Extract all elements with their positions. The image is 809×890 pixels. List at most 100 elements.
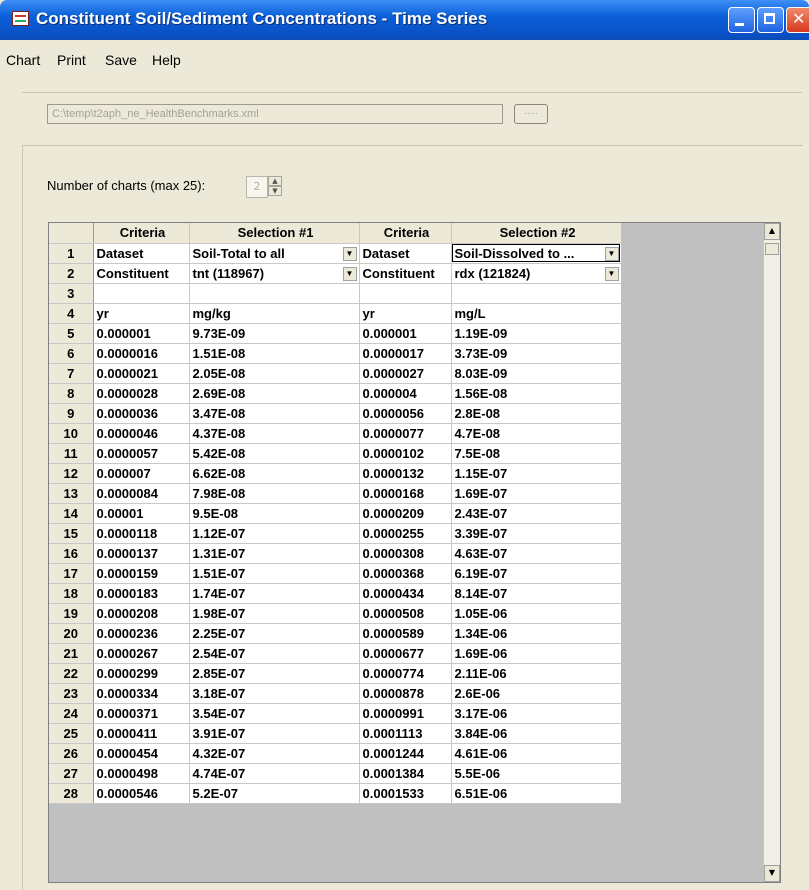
menu-print[interactable]: Print — [57, 52, 86, 68]
selection-cell[interactable]: 1.51E-07 — [189, 563, 360, 584]
criteria-cell[interactable]: 0.0000236 — [93, 623, 190, 644]
criteria-cell[interactable]: 0.0000546 — [93, 783, 190, 804]
selection-cell[interactable]: 4.74E-07 — [189, 763, 360, 784]
criteria-cell[interactable]: 0.0000077 — [359, 423, 452, 444]
criteria-cell[interactable]: 0.0001113 — [359, 723, 452, 744]
criteria-cell[interactable]: 0.0000454 — [93, 743, 190, 764]
menu-help[interactable]: Help — [152, 52, 181, 68]
criteria-cell[interactable]: 0.0001244 — [359, 743, 452, 764]
criteria-cell[interactable]: 0.0001384 — [359, 763, 452, 784]
selection-cell[interactable]: 8.14E-07 — [451, 583, 622, 604]
selection-cell[interactable]: 9.5E-08 — [189, 503, 360, 524]
criteria-cell[interactable]: 0.00001 — [93, 503, 190, 524]
selection-cell[interactable]: 1.12E-07 — [189, 523, 360, 544]
menu-chart[interactable]: Chart — [6, 52, 40, 68]
selection-cell[interactable]: 7.5E-08 — [451, 443, 622, 464]
criteria-cell[interactable]: 0.0000016 — [93, 343, 190, 364]
criteria-cell[interactable]: yr — [359, 303, 452, 324]
scroll-down-icon[interactable]: ▼ — [764, 865, 780, 882]
criteria-cell[interactable]: 0.0000774 — [359, 663, 452, 684]
selection-cell[interactable]: 2.54E-07 — [189, 643, 360, 664]
spin-down-icon[interactable]: ▼ — [268, 186, 282, 196]
dropdown-arrow-icon[interactable]: ▼ — [604, 246, 619, 261]
criteria-cell[interactable]: Dataset — [93, 243, 190, 264]
selection-cell[interactable]: 4.63E-07 — [451, 543, 622, 564]
selection-cell[interactable]: 3.84E-06 — [451, 723, 622, 744]
selection-cell[interactable] — [451, 283, 622, 304]
selection-dropdown[interactable]: Soil-Dissolved to ... ▼ — [451, 243, 622, 264]
criteria-cell[interactable]: 0.0000183 — [93, 583, 190, 604]
criteria-cell[interactable]: 0.0001533 — [359, 783, 452, 804]
selection-cell[interactable]: 6.19E-07 — [451, 563, 622, 584]
selection-cell[interactable]: 1.34E-06 — [451, 623, 622, 644]
selection-cell[interactable]: 2.6E-06 — [451, 683, 622, 704]
file-path-field[interactable]: C:\temp\t2aph_ne_HealthBenchmarks.xml — [47, 104, 503, 124]
selection-cell[interactable]: 1.31E-07 — [189, 543, 360, 564]
spinner-arrows[interactable]: ▲ ▼ — [268, 176, 282, 198]
criteria-cell[interactable]: 0.0000368 — [359, 563, 452, 584]
selection-cell[interactable]: 2.8E-08 — [451, 403, 622, 424]
selection-cell[interactable]: 2.69E-08 — [189, 383, 360, 404]
criteria-cell[interactable]: 0.0000434 — [359, 583, 452, 604]
selection-cell[interactable]: 4.37E-08 — [189, 423, 360, 444]
selection-cell[interactable]: 2.11E-06 — [451, 663, 622, 684]
selection-dropdown[interactable]: Soil-Total to all ▼ — [189, 243, 360, 264]
criteria-cell[interactable]: 0.0000299 — [93, 663, 190, 684]
dropdown-arrow-icon[interactable]: ▼ — [342, 266, 357, 281]
selection-cell[interactable]: mg/L — [451, 303, 622, 324]
criteria-cell[interactable]: 0.0000036 — [93, 403, 190, 424]
selection-cell[interactable]: 6.51E-06 — [451, 783, 622, 804]
minimize-button[interactable] — [728, 7, 755, 33]
selection-cell[interactable]: 3.73E-09 — [451, 343, 622, 364]
criteria-cell[interactable]: 0.0000132 — [359, 463, 452, 484]
number-of-charts-input[interactable]: 2 — [246, 176, 268, 198]
criteria-cell[interactable]: 0.0000209 — [359, 503, 452, 524]
number-of-charts-spinner[interactable]: 2 ▲ ▼ — [246, 176, 282, 198]
selection-cell[interactable]: 1.98E-07 — [189, 603, 360, 624]
selection-cell[interactable]: 5.5E-06 — [451, 763, 622, 784]
selection-cell[interactable]: 1.15E-07 — [451, 463, 622, 484]
selection-cell[interactable]: 3.17E-06 — [451, 703, 622, 724]
menu-save[interactable]: Save — [105, 52, 137, 68]
selection-cell[interactable]: 8.03E-09 — [451, 363, 622, 384]
selection-cell[interactable]: 3.18E-07 — [189, 683, 360, 704]
criteria-cell[interactable]: 0.000001 — [93, 323, 190, 344]
selection-cell[interactable]: 4.7E-08 — [451, 423, 622, 444]
criteria-cell[interactable]: 0.0000589 — [359, 623, 452, 644]
criteria-cell[interactable]: 0.0000677 — [359, 643, 452, 664]
criteria-cell[interactable]: 0.0000267 — [93, 643, 190, 664]
selection-cell[interactable]: 1.74E-07 — [189, 583, 360, 604]
selection-cell[interactable]: 1.69E-07 — [451, 483, 622, 504]
spin-up-icon[interactable]: ▲ — [268, 176, 282, 186]
criteria-cell[interactable]: 0.0000102 — [359, 443, 452, 464]
criteria-cell[interactable]: 0.0000411 — [93, 723, 190, 744]
criteria-cell[interactable]: 0.000007 — [93, 463, 190, 484]
selection-cell[interactable]: 1.19E-09 — [451, 323, 622, 344]
scroll-thumb[interactable] — [765, 243, 779, 255]
criteria-cell[interactable]: 0.0000168 — [359, 483, 452, 504]
criteria-cell[interactable]: 0.0000159 — [93, 563, 190, 584]
criteria-cell[interactable]: 0.0000308 — [359, 543, 452, 564]
selection-cell[interactable]: 5.42E-08 — [189, 443, 360, 464]
selection-cell[interactable]: 5.2E-07 — [189, 783, 360, 804]
criteria-cell[interactable]: 0.0000056 — [359, 403, 452, 424]
criteria-cell[interactable]: 0.0000017 — [359, 343, 452, 364]
selection-cell[interactable]: 9.73E-09 — [189, 323, 360, 344]
criteria-cell[interactable]: 0.0000878 — [359, 683, 452, 704]
criteria-cell[interactable]: Constituent — [93, 263, 190, 284]
criteria-cell[interactable]: 0.0000057 — [93, 443, 190, 464]
scroll-up-icon[interactable]: ▲ — [764, 223, 780, 240]
selection-cell[interactable]: 1.05E-06 — [451, 603, 622, 624]
criteria-cell[interactable]: 0.0000046 — [93, 423, 190, 444]
criteria-cell[interactable]: 0.0000371 — [93, 703, 190, 724]
criteria-cell[interactable]: 0.0000991 — [359, 703, 452, 724]
selection-cell[interactable]: 1.56E-08 — [451, 383, 622, 404]
criteria-cell[interactable] — [359, 283, 452, 304]
selection-cell[interactable]: 4.32E-07 — [189, 743, 360, 764]
selection-cell[interactable] — [189, 283, 360, 304]
selection-cell[interactable]: 3.54E-07 — [189, 703, 360, 724]
criteria-cell[interactable]: 0.0000027 — [359, 363, 452, 384]
dropdown-arrow-icon[interactable]: ▼ — [342, 246, 357, 261]
close-button[interactable]: ✕ — [786, 7, 809, 33]
selection-cell[interactable]: 2.05E-08 — [189, 363, 360, 384]
